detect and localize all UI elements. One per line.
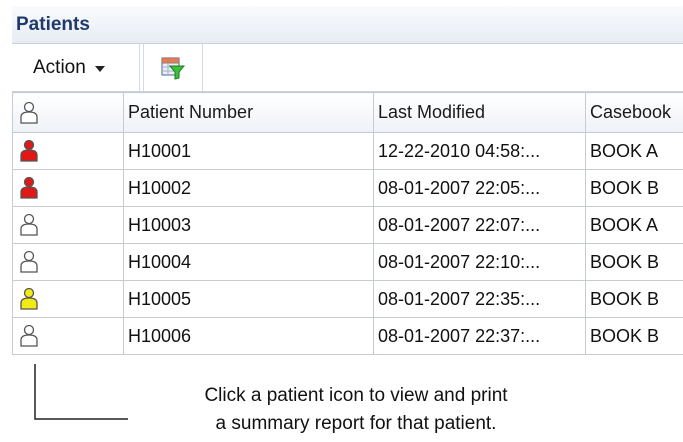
screenshot-root: Patients Action Patient Number Last Modi… <box>0 0 683 442</box>
annotation-line-1: Click a patient icon to view and print <box>204 385 508 406</box>
annotation-line-2: a summary report for that patient. <box>215 413 497 434</box>
callout-line <box>34 364 128 420</box>
annotation-text: Click a patient icon to view and print a… <box>136 382 576 438</box>
